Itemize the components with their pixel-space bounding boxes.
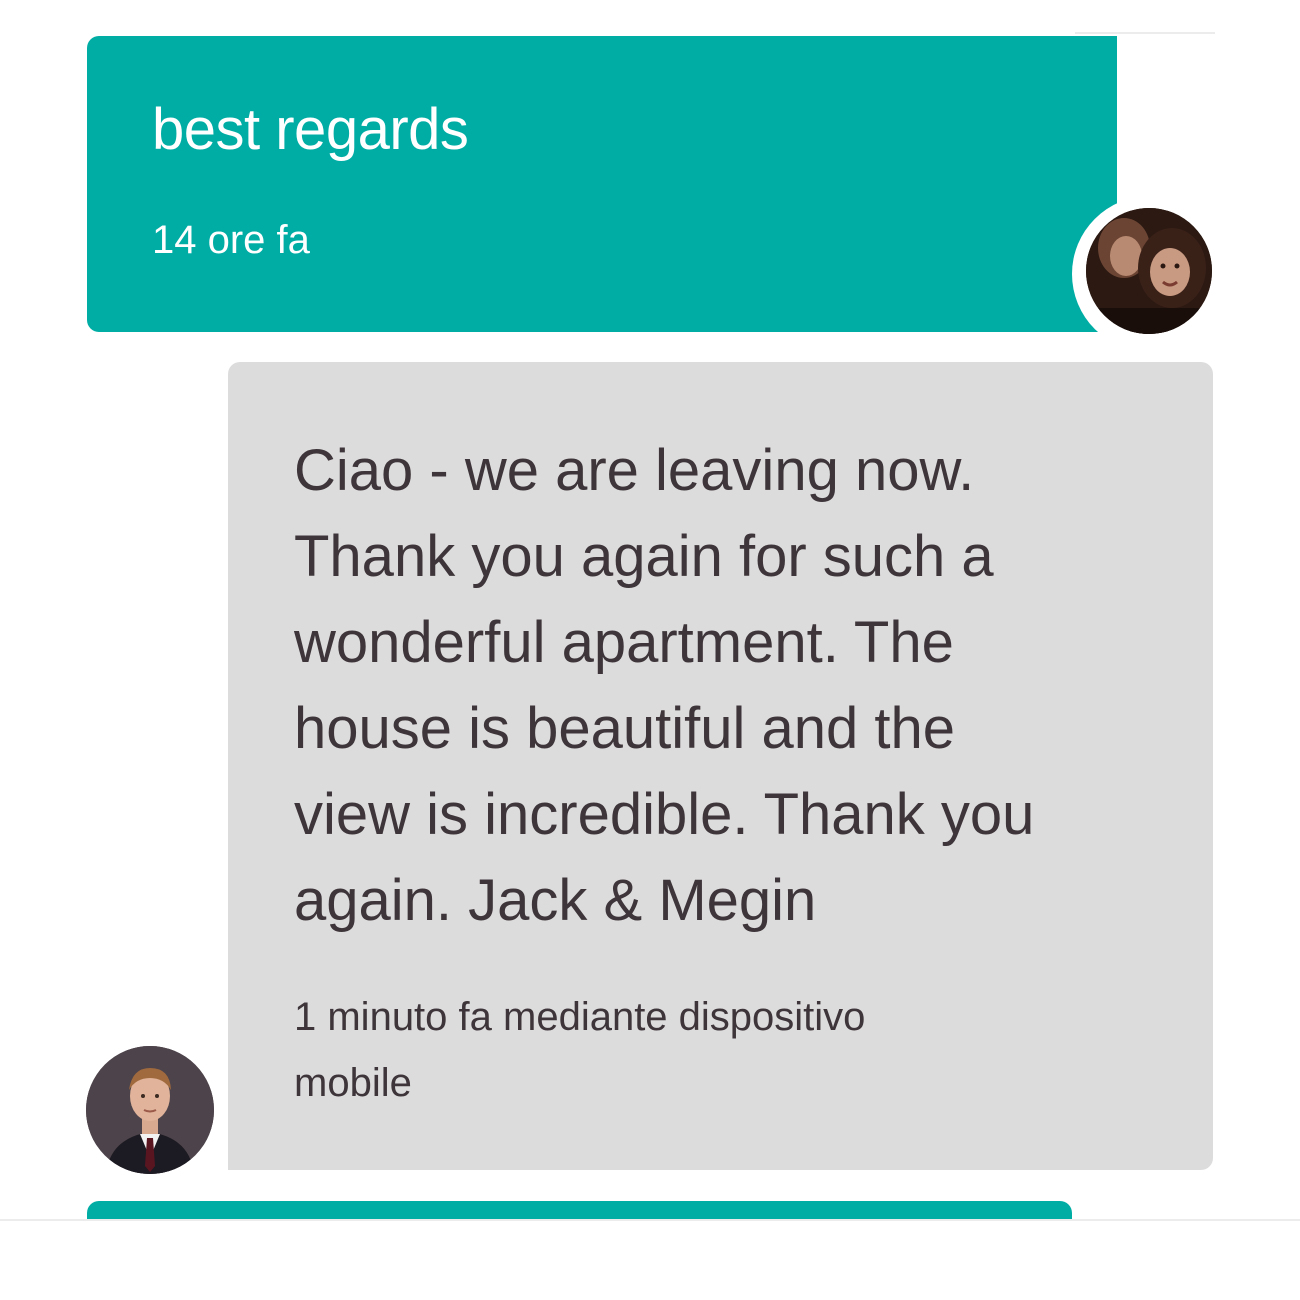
message-text: Ciao - we are leaving now. Thank you aga… <box>294 428 1174 944</box>
host-avatar-photo-icon <box>86 1046 214 1174</box>
timestamp-line: mobile <box>294 1061 412 1105</box>
divider <box>1075 32 1215 34</box>
message-bubble-sent[interactable]: best regards 14 ore fa <box>87 36 1117 332</box>
message-line: view is incredible. Thank you <box>294 782 1035 847</box>
conversation-thread: best regards 14 ore fa Ciao - we are lea… <box>0 0 1300 1300</box>
message-line: wonderful apartment. The <box>294 610 954 675</box>
host-avatar[interactable] <box>86 1046 214 1174</box>
message-line: Thank you again for such a <box>294 524 994 589</box>
message-timestamp: 14 ore fa <box>152 218 310 262</box>
message-bubble-received[interactable]: Ciao - we are leaving now. Thank you aga… <box>228 362 1213 1170</box>
message-bubble-sent-partial[interactable] <box>87 1201 1072 1219</box>
message-text: best regards <box>152 97 469 162</box>
guest-avatar-photo-icon <box>1086 208 1212 334</box>
message-line: again. Jack & Megin <box>294 868 817 933</box>
message-line: Ciao - we are leaving now. <box>294 438 975 503</box>
message-timestamp: 1 minuto fa mediante dispositivo mobile <box>294 984 1174 1116</box>
guest-avatar[interactable] <box>1086 208 1212 334</box>
divider <box>0 1219 1300 1221</box>
timestamp-line: 1 minuto fa mediante dispositivo <box>294 995 866 1039</box>
message-line: house is beautiful and the <box>294 696 956 761</box>
